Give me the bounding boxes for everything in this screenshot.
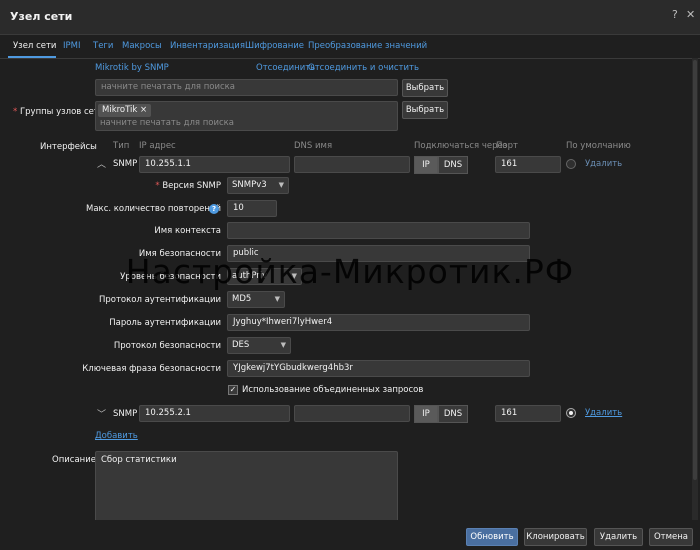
retries-label: Макс. количество повторений [86, 204, 221, 214]
help-icon[interactable]: ? [209, 204, 219, 214]
tab-ipmi[interactable]: IPMI [63, 41, 80, 51]
help-icon[interactable]: ? [672, 8, 678, 21]
group-tag: MikroTik × [98, 104, 152, 117]
unlink-clear-link[interactable]: Отсоединить и очистить [308, 63, 419, 73]
tag-remove-icon[interactable]: × [140, 105, 147, 115]
privproto-label: Протокол безопасности [113, 341, 221, 351]
linked-template[interactable]: Mikrotik by SNMP [95, 63, 169, 73]
header-type: Тип [113, 141, 130, 151]
window-title: Узел сети [10, 10, 73, 23]
chevron-down-icon: ▼ [280, 341, 286, 349]
cancel-button[interactable]: Отмена [649, 528, 693, 546]
snmp2-default-radio[interactable] [566, 408, 576, 418]
bulk-checkbox[interactable]: ✓ [228, 385, 238, 395]
privproto-select[interactable]: DES ▼ [227, 337, 291, 354]
header-ip: IP адрес [139, 141, 176, 151]
scrollbar-thumb[interactable] [693, 60, 697, 480]
snmp-version-label: * Версия SNMP [155, 181, 221, 191]
tab-macros[interactable]: Макросы [122, 41, 162, 51]
snmp2-port-input[interactable]: 161 [495, 405, 561, 422]
template-search-input[interactable]: начните печатать для поиска [95, 79, 398, 96]
chevron-down-icon: ▼ [278, 181, 284, 189]
description-textarea[interactable]: Сбор статистики [95, 451, 398, 523]
delete-button[interactable]: Удалить [594, 528, 643, 546]
update-button[interactable]: Обновить [466, 528, 518, 546]
bulk-label: Использование объединенных запросов [242, 385, 424, 395]
snmp2-connect-ip[interactable]: IP [414, 405, 438, 423]
snmp1-type: SNMP [113, 159, 138, 169]
clone-button[interactable]: Клонировать [524, 528, 587, 546]
unlink-link[interactable]: Отсоединить [256, 63, 315, 73]
tab-inventory[interactable]: Инвентаризация [170, 41, 245, 51]
snmp1-connect-ip[interactable]: IP [414, 156, 438, 174]
context-label: Имя контекста [154, 226, 221, 236]
template-select-button[interactable]: Выбрать [402, 79, 448, 97]
context-input[interactable] [227, 222, 530, 239]
secname-label: Имя безопасности [138, 249, 221, 259]
snmp2-ip-input[interactable]: 10.255.2.1 [139, 405, 290, 422]
close-icon[interactable]: ✕ [686, 8, 695, 21]
snmp1-ip-input[interactable]: 10.255.1.1 [139, 156, 290, 173]
authproto-select[interactable]: MD5 ▼ [227, 291, 285, 308]
seclevel-label: Уровень безопасности [120, 272, 221, 282]
retries-input[interactable]: 10 [227, 200, 277, 217]
description-label: Описание [52, 455, 96, 465]
header-connect: Подключаться через [414, 141, 508, 151]
header-dns: DNS имя [294, 141, 333, 151]
authproto-label: Протокол аутентификации [98, 295, 221, 305]
privpass-input[interactable]: YJgkewj7tYGbudkwerg4hb3r [227, 360, 530, 377]
groups-select-button[interactable]: Выбрать [402, 101, 448, 119]
chevron-down-icon[interactable]: ﹀ [97, 407, 106, 420]
add-interface-link[interactable]: Добавить [95, 431, 138, 441]
tab-host[interactable]: Узел сети [13, 41, 56, 51]
snmp1-dns-input[interactable] [294, 156, 410, 173]
seclevel-select[interactable]: authPriv ▼ [227, 268, 302, 285]
authpass-label: Пароль аутентификации [109, 318, 221, 328]
snmp2-remove-link[interactable]: Удалить [585, 408, 622, 418]
chevron-down-icon: ▼ [291, 272, 297, 280]
authpass-input[interactable]: Jyghuy*Ihweri7lyHwer4 [227, 314, 530, 331]
chevron-down-icon: ▼ [274, 295, 280, 303]
tab-bar: Узел сети IPMI Теги Макросы Инвентаризац… [0, 36, 700, 59]
snmp2-connect-dns[interactable]: DNS [438, 405, 468, 423]
tab-encryption[interactable]: Шифрование [245, 41, 304, 51]
tab-tags[interactable]: Теги [93, 41, 113, 51]
chevron-up-icon[interactable]: ︿ [97, 157, 106, 170]
secname-input[interactable]: public [227, 245, 530, 262]
snmp1-connect-dns[interactable]: DNS [438, 156, 468, 174]
tab-value-mapping[interactable]: Преобразование значений [308, 41, 427, 51]
privpass-label: Ключевая фраза безопасности [82, 364, 221, 374]
snmp1-port-input[interactable]: 161 [495, 156, 561, 173]
snmp-version-select[interactable]: SNMPv3 ▼ [227, 177, 289, 194]
groups-search-placeholder: начните печатать для поиска [100, 118, 235, 128]
window-titlebar [0, 0, 700, 35]
header-port: Порт [496, 141, 518, 151]
snmp1-remove-link[interactable]: Удалить [585, 159, 622, 169]
snmp1-default-radio[interactable] [566, 159, 576, 169]
groups-label: * Группы узлов сети [13, 107, 105, 117]
snmp2-dns-input[interactable] [294, 405, 410, 422]
interfaces-label: Интерфейсы [40, 142, 97, 152]
header-default: По умолчанию [566, 141, 631, 151]
snmp2-type: SNMP [113, 409, 138, 419]
active-tab-indicator [8, 56, 56, 58]
